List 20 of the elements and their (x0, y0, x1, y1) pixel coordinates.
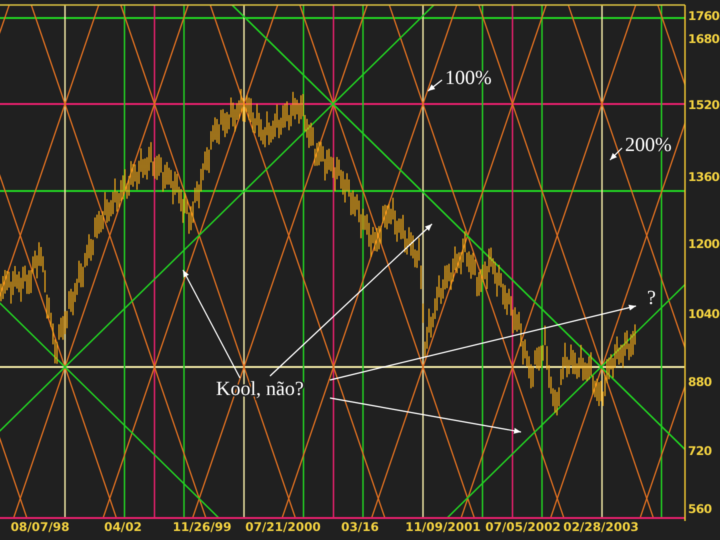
y-axis-label: 1680 (688, 32, 720, 46)
y-axis-label: 560 (688, 502, 712, 516)
y-axis-label: 1520 (688, 98, 720, 112)
y-axis-label: 1200 (688, 237, 720, 251)
y-axis-label: 1040 (688, 307, 720, 321)
x-axis-label: 02/28/2003 (563, 520, 639, 534)
y-axis-label: 1360 (688, 170, 720, 184)
x-axis-label: 11/26/99 (172, 520, 232, 534)
x-axis-label: 07/05/2002 (485, 520, 561, 534)
y-axis-label: 1760 (688, 9, 720, 23)
x-axis-label: 11/09/2001 (405, 520, 481, 534)
y-axis-label: 720 (688, 444, 712, 458)
annotation-text: ? (647, 287, 656, 309)
annotation-arrow (428, 80, 442, 92)
x-axis-label: 04/02 (104, 520, 142, 534)
x-axis-label: 03/16 (341, 520, 379, 534)
x-axis-label: 08/07/98 (10, 520, 70, 534)
x-axis-label: 07/21/2000 (245, 520, 321, 534)
y-axis-label: 880 (688, 375, 712, 389)
annotation-arrow (610, 148, 622, 160)
